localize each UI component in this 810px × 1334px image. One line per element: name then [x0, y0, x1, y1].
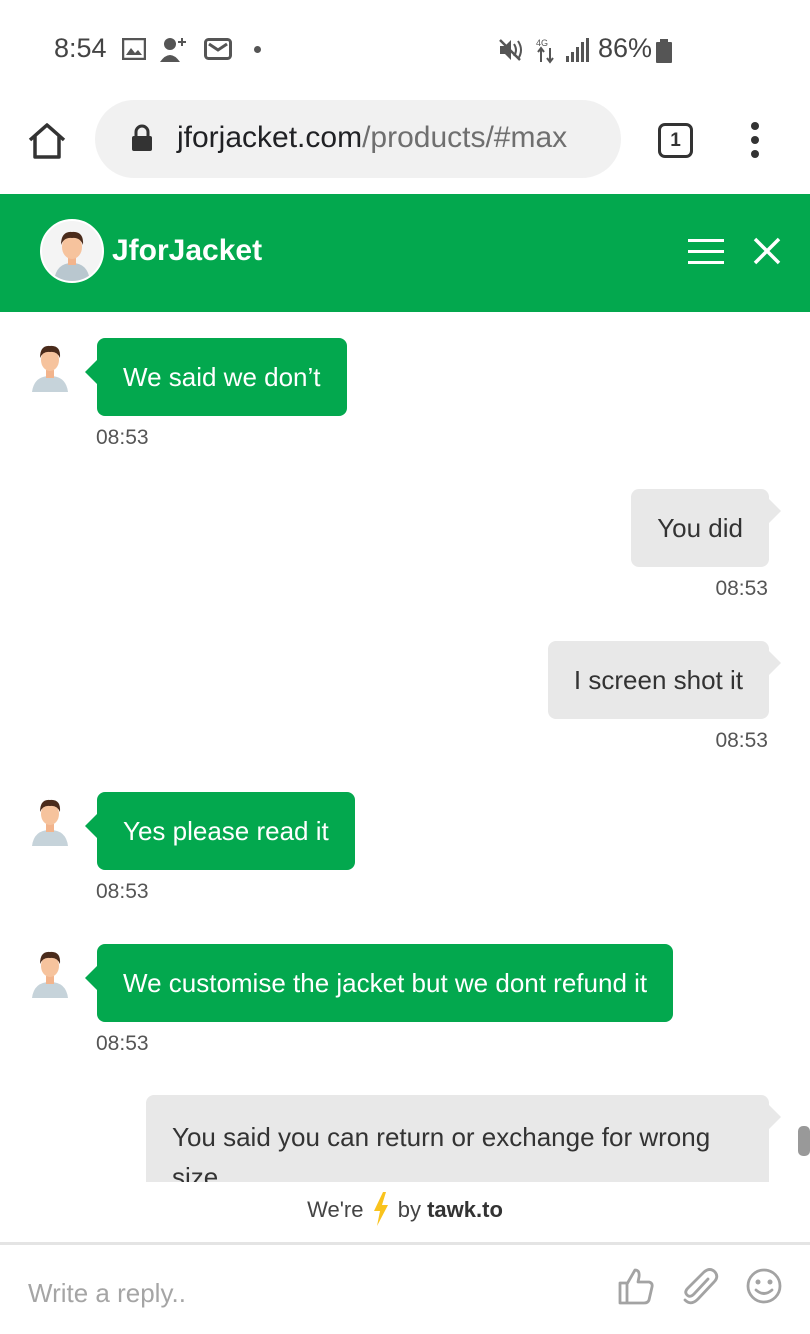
person-icon [54, 231, 90, 281]
svg-text:4G: 4G [536, 38, 548, 48]
battery-percent: 86% [598, 33, 653, 63]
status-bar: 8:54 4G 86% [0, 0, 810, 100]
emoji-icon[interactable] [744, 1266, 784, 1306]
home-icon[interactable] [26, 120, 68, 162]
signal-icon [566, 38, 589, 62]
url-path: /products/#max [362, 121, 568, 154]
chat-title: JforJacket [112, 234, 263, 267]
powered-by-text: by [397, 1197, 421, 1222]
message-list[interactable]: We said we don’t 08:53 You did 08:53 I s… [0, 312, 810, 1182]
more-vert-icon[interactable] [740, 120, 770, 160]
lightning-bolt-icon [373, 1192, 388, 1226]
add-contact-icon [160, 38, 186, 62]
agent-avatar-small [32, 799, 68, 846]
agent-avatar [40, 219, 104, 283]
hamburger-menu-icon[interactable] [688, 238, 724, 266]
tawk-brand: tawk.to [427, 1197, 503, 1222]
attachment-icon[interactable] [680, 1266, 720, 1306]
footer-divider [0, 1242, 810, 1245]
gallery-icon [122, 38, 146, 60]
agent-avatar-small [32, 951, 68, 998]
powered-prefix: We're [307, 1197, 364, 1222]
agent-avatar-small [32, 345, 68, 392]
browser-toolbar: jforjacket.com/products/#max 1 [0, 100, 810, 194]
url-text: jforjacket.com/products/#max [177, 121, 567, 155]
data-transfer-icon: 4G [536, 38, 554, 64]
agent-message: Yes please read it [85, 792, 355, 870]
status-time: 8:54 [54, 33, 107, 63]
url-host: jforjacket.com [177, 121, 363, 154]
reply-input[interactable] [28, 1270, 588, 1316]
thumbs-up-icon[interactable] [616, 1266, 656, 1306]
agent-message: We customise the jacket but we dont refu… [84, 944, 674, 1022]
close-icon[interactable] [752, 236, 782, 266]
visitor-message: You did [631, 489, 781, 567]
visitor-message: You said you can return or exchange for … [146, 1095, 781, 1182]
notification-icons [122, 36, 261, 62]
lock-icon [132, 124, 152, 151]
message-time: 08:53 [96, 880, 149, 903]
scrollbar-thumb[interactable] [798, 1126, 810, 1156]
mute-icon [499, 39, 522, 61]
agent-message: We said we don’t [85, 338, 347, 416]
message-time: 08:53 [715, 729, 768, 752]
email-icon [204, 38, 232, 60]
message-time: 08:53 [715, 577, 768, 600]
visitor-message: I screen shot it [547, 641, 782, 719]
tab-switcher-button[interactable]: 1 [658, 123, 693, 158]
message-time: 08:53 [96, 426, 149, 449]
battery-icon [656, 39, 672, 63]
powered-by-banner[interactable]: We're by tawk.to [0, 1192, 810, 1236]
chat-header: JforJacket [0, 194, 810, 312]
more-notifications-dot [254, 45, 261, 53]
address-bar[interactable]: jforjacket.com/products/#max [95, 100, 621, 178]
message-time: 08:53 [96, 1032, 149, 1055]
